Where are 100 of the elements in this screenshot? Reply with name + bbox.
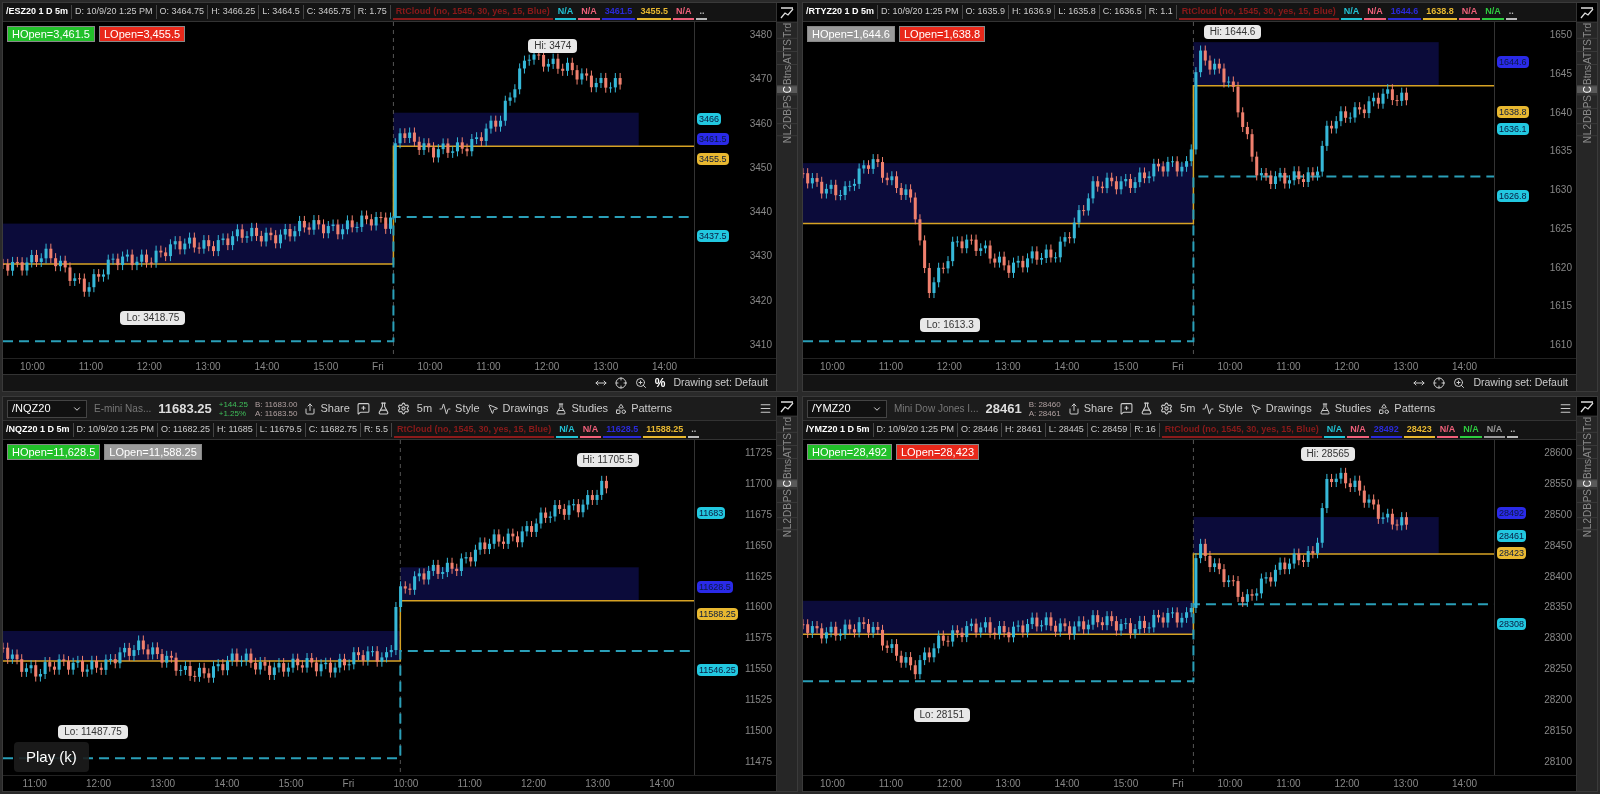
menu-icon[interactable] (759, 402, 772, 415)
ohlc-field: C: 1636.5 (1099, 5, 1146, 19)
flask-icon[interactable] (376, 402, 390, 415)
side-tab[interactable]: Btns (1577, 64, 1597, 86)
bid-price: B: 28460 (1028, 399, 1061, 409)
chart-type-icon[interactable] (780, 400, 794, 413)
time-tick: 15:00 (1113, 360, 1139, 374)
drawing-set-label[interactable]: Drawing set: Default (673, 375, 768, 391)
chart-type-icon[interactable] (1580, 6, 1594, 19)
time-tick: 14:00 (1054, 360, 1080, 374)
price-tick: 3470 (749, 74, 772, 85)
side-tab[interactable]: DB (777, 108, 797, 123)
study-value: 1644.6 (1387, 4, 1422, 20)
study-value: N/A (554, 4, 577, 20)
chart-title: /YMZ20 1 D 5m (803, 423, 874, 437)
toolbar-button[interactable]: Studies (555, 400, 609, 417)
side-tab[interactable]: TS (1577, 431, 1597, 446)
time-tick: 11:00 (1276, 777, 1301, 791)
side-tab[interactable]: N (777, 135, 797, 144)
price-marker: 3461.5 (697, 132, 729, 145)
side-tab[interactable]: N (777, 529, 797, 538)
chart-type-icon[interactable] (1580, 400, 1594, 413)
side-tab[interactable]: Btns (777, 64, 797, 86)
zoom-icon[interactable] (1453, 377, 1466, 389)
time-tick: 13:00 (995, 360, 1021, 374)
symbol-field[interactable]: /NQZ20 (7, 399, 87, 418)
side-tab[interactable]: TS (777, 37, 797, 52)
menu-icon[interactable] (1559, 402, 1572, 415)
toolbar-button[interactable]: Share (1067, 400, 1114, 417)
settings-icon[interactable] (396, 402, 410, 415)
toolbar-button[interactable]: Style (1202, 400, 1243, 417)
toolbar-button[interactable]: Patterns (1378, 400, 1436, 417)
side-tab[interactable]: TS (777, 431, 797, 446)
chart-type-icon[interactable] (780, 6, 794, 19)
side-tab[interactable]: L2 (777, 122, 797, 136)
side-tab[interactable]: L2 (1577, 122, 1597, 136)
ask-price: A: 11683.50 (254, 408, 298, 418)
side-tab[interactable]: C (777, 479, 797, 488)
price-tick: 1625 (1549, 223, 1572, 234)
side-tab[interactable]: DB (777, 502, 797, 517)
high-label: Hi: 28565 (1300, 446, 1356, 461)
time-tick: 12:00 (521, 777, 546, 791)
side-tab[interactable]: Trd (1577, 416, 1597, 432)
side-tab[interactable]: Btns (1577, 458, 1597, 480)
side-tab[interactable]: DB (1577, 108, 1597, 123)
toolbar-button[interactable]: 5m (416, 400, 433, 417)
study-value: RtCloud (no, 1545, 30, yes, 15, Blue) (1161, 422, 1322, 438)
side-tab[interactable]: L2 (1577, 516, 1597, 530)
open-label: HOpen=1,644.6 (807, 26, 895, 42)
side-tab[interactable]: C (1577, 85, 1597, 94)
toolbar-button[interactable]: Drawings (486, 400, 549, 417)
last-price: 11683.25 (158, 399, 212, 418)
zoom-icon[interactable] (634, 377, 647, 389)
price-marker: 11588.25 (697, 607, 738, 620)
toolbar-button[interactable]: 5m (1180, 400, 1196, 417)
side-tab[interactable]: Trd (777, 22, 797, 38)
side-tab[interactable]: C (1577, 479, 1597, 488)
ohlc-field: R: 16 (1131, 423, 1160, 437)
toolbar-button[interactable]: Style (439, 400, 480, 417)
crosshair-icon[interactable] (614, 377, 627, 389)
flask-icon (1318, 402, 1331, 415)
pointer-icon (1249, 402, 1262, 415)
message-icon[interactable] (356, 402, 370, 415)
study-value: N/A (672, 4, 695, 20)
time-tick: 13:00 (593, 360, 619, 374)
side-tab[interactable]: TS (1577, 37, 1597, 52)
side-tab[interactable]: DB (1577, 502, 1597, 517)
side-tab[interactable]: N (1577, 135, 1597, 144)
toolbar-button[interactable]: Drawings (1249, 400, 1312, 417)
side-tab[interactable]: PS (777, 93, 797, 109)
settings-icon[interactable] (1160, 402, 1174, 415)
side-tab[interactable]: C (777, 85, 797, 94)
side-tab[interactable]: Btns (777, 458, 797, 480)
side-tab[interactable]: N (1577, 529, 1597, 538)
price-tick: 1615 (1549, 301, 1572, 312)
toolbar-button[interactable]: Studies (1318, 400, 1372, 417)
side-tab[interactable]: AT (777, 445, 797, 459)
toolbar-button[interactable]: Patterns (615, 400, 673, 417)
time-tick: 12:00 (1334, 360, 1360, 374)
side-tab[interactable]: PS (777, 487, 797, 503)
crosshair-icon[interactable] (1433, 377, 1446, 389)
side-tab[interactable]: Trd (1577, 22, 1597, 38)
side-tab[interactable]: AT (1577, 51, 1597, 65)
side-tab[interactable]: L2 (777, 516, 797, 530)
message-icon[interactable] (1120, 402, 1134, 415)
price-tick: 28450 (1544, 540, 1572, 551)
play-tooltip: Play (k) (14, 741, 89, 772)
side-tab[interactable]: AT (1577, 445, 1597, 459)
percent-toggle[interactable]: % (654, 374, 666, 391)
bid-price: B: 11683.00 (254, 399, 298, 409)
side-tab[interactable]: Trd (777, 416, 797, 432)
ohlc-field: D: 10/9/20 1:25 PM (878, 5, 963, 19)
side-tab[interactable]: PS (1577, 487, 1597, 503)
time-tick: 11:00 (22, 777, 47, 791)
side-tab[interactable]: PS (1577, 93, 1597, 109)
flask-icon[interactable] (1140, 402, 1154, 415)
symbol-field[interactable]: /YMZ20 (807, 399, 887, 418)
side-tab[interactable]: AT (777, 51, 797, 65)
toolbar-button[interactable]: Share (304, 400, 350, 417)
drawing-set-label[interactable]: Drawing set: Default (1473, 375, 1568, 391)
